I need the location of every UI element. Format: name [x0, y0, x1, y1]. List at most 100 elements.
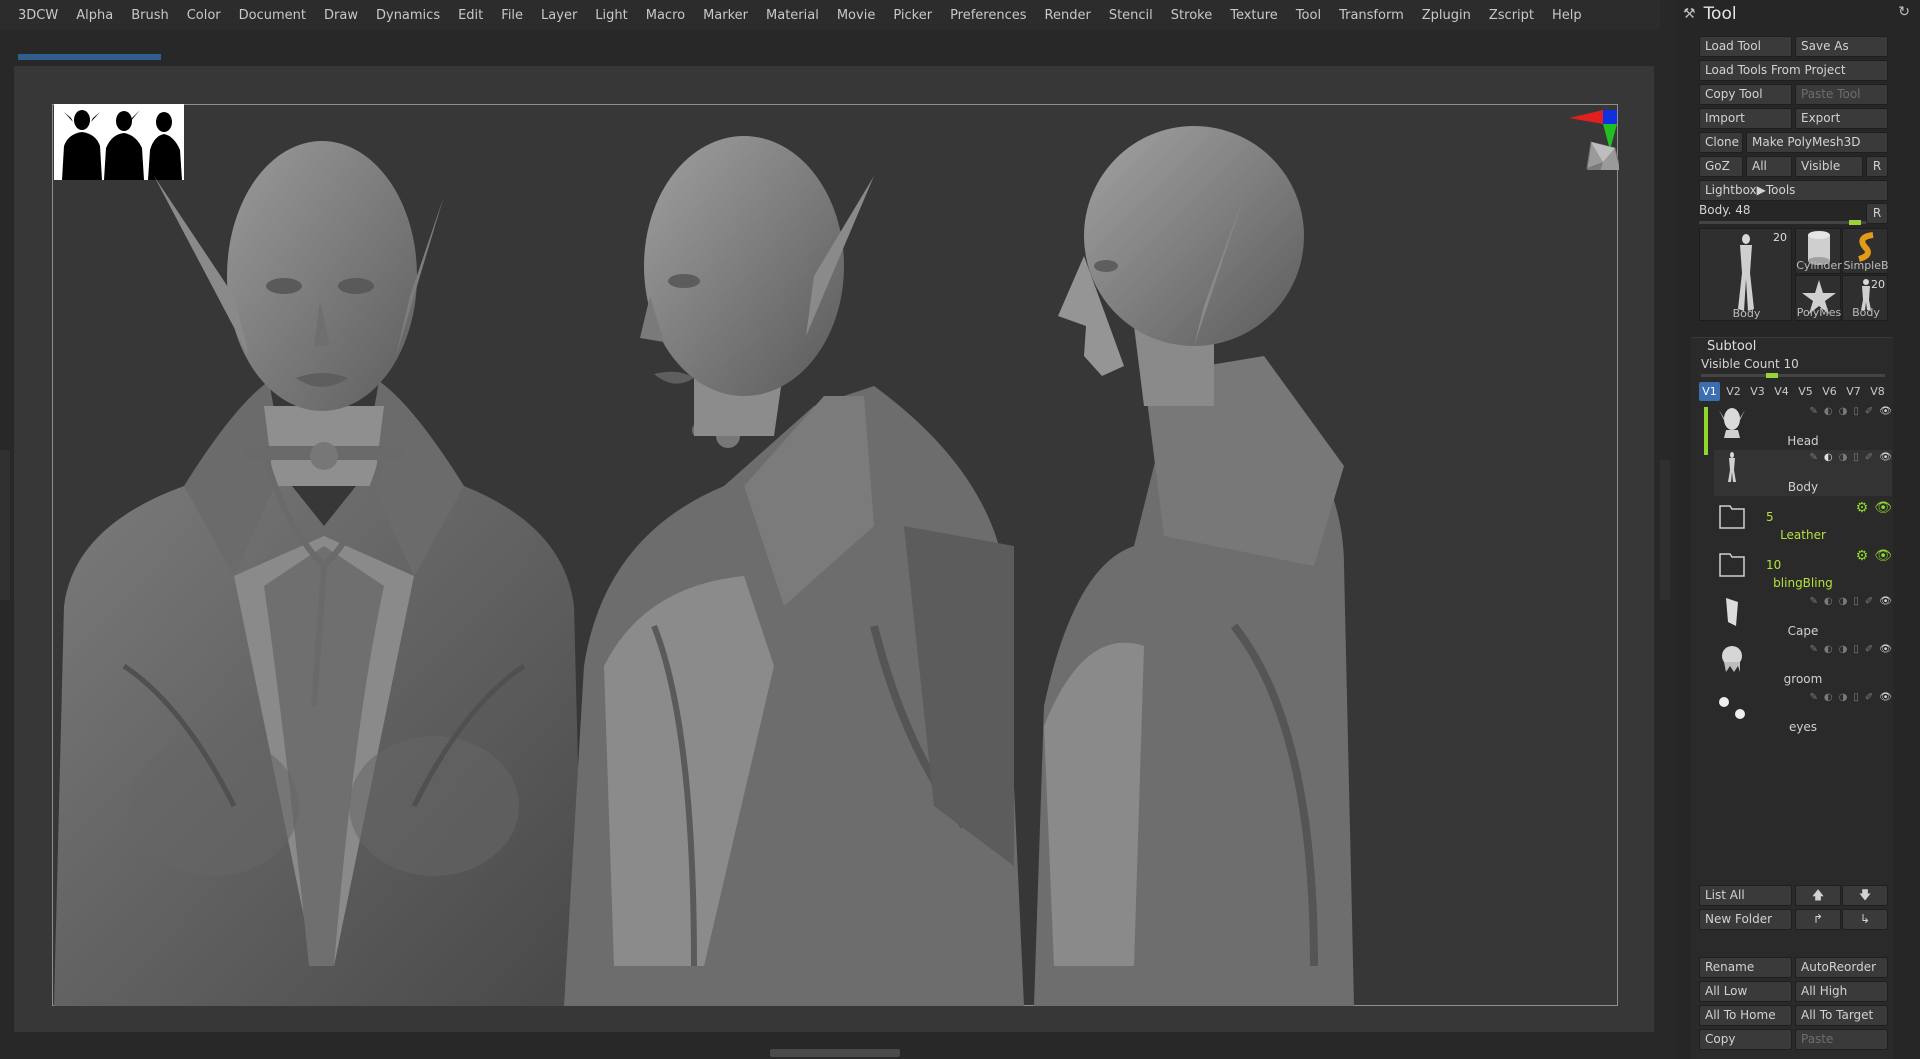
gear-icon[interactable]: ⚙ [1856, 500, 1869, 516]
autoreorder-button[interactable]: AutoReorder [1795, 957, 1888, 978]
menu-item-tool[interactable]: Tool [1296, 8, 1321, 23]
eye-icon[interactable]: 👁 [1879, 596, 1892, 610]
menu-item-3dcw[interactable]: 3DCW [18, 8, 58, 23]
visible-count-slider[interactable]: Visible Count 10 [1701, 357, 1799, 371]
eye-icon[interactable]: 👁 [1874, 500, 1892, 516]
save-as-button[interactable]: Save As [1795, 36, 1888, 57]
viewport-canvas[interactable] [14, 66, 1654, 1032]
menu-item-edit[interactable]: Edit [458, 8, 483, 23]
menu-item-zplugin[interactable]: Zplugin [1422, 8, 1471, 23]
tab-v1[interactable]: V1 [1699, 382, 1720, 401]
menu-item-zscript[interactable]: Zscript [1489, 8, 1534, 23]
export-button[interactable]: Export [1795, 108, 1888, 129]
tool-thumb-body-large[interactable]: 20 Body [1699, 228, 1792, 321]
menu-item-macro[interactable]: Macro [646, 8, 685, 23]
menu-item-marker[interactable]: Marker [703, 8, 748, 23]
subtool-item-cape[interactable]: ✎ ◐ ◑ ▯ ✐ 👁 Cape [1714, 594, 1892, 640]
menu-item-document[interactable]: Document [239, 8, 306, 23]
tab-v3[interactable]: V3 [1747, 382, 1768, 401]
tab-v4[interactable]: V4 [1771, 382, 1792, 401]
visible-count-track[interactable] [1701, 374, 1885, 377]
menu-item-movie[interactable]: Movie [837, 8, 875, 23]
paste-tool-button[interactable]: Paste Tool [1795, 84, 1888, 105]
lightbox-tools-button[interactable]: Lightbox▶Tools [1699, 180, 1888, 201]
load-tools-from-project-button[interactable]: Load Tools From Project [1699, 60, 1888, 81]
menu-item-stroke[interactable]: Stroke [1171, 8, 1212, 23]
subtool-item-body[interactable]: ✎ ◐ ◑ ▯ ✐ 👁 Body [1714, 450, 1892, 496]
subtool-folder-leather[interactable]: 5 ⚙ 👁 Leather [1714, 498, 1892, 544]
menu-item-help[interactable]: Help [1552, 8, 1582, 23]
all-to-home-button[interactable]: All To Home [1699, 1005, 1792, 1026]
tab-v8[interactable]: V8 [1867, 382, 1888, 401]
goz-button[interactable]: GoZ [1699, 156, 1743, 177]
import-button[interactable]: Import [1699, 108, 1792, 129]
all-low-button[interactable]: All Low [1699, 981, 1792, 1002]
eye-icon[interactable]: 👁 [1879, 692, 1892, 706]
paste-button[interactable]: Paste [1795, 1029, 1888, 1050]
tab-v2[interactable]: V2 [1723, 382, 1744, 401]
eye-icon[interactable]: 👁 [1879, 644, 1892, 658]
refresh-icon[interactable]: ↻ [1898, 4, 1910, 20]
menu-item-light[interactable]: Light [595, 8, 627, 23]
menu-item-render[interactable]: Render [1045, 8, 1091, 23]
subtool-folder-blingbling[interactable]: 10 ⚙ 👁 blingBling [1714, 546, 1892, 592]
all-to-target-button[interactable]: All To Target [1795, 1005, 1888, 1026]
menu-item-material[interactable]: Material [766, 8, 819, 23]
menu-item-alpha[interactable]: Alpha [76, 8, 113, 23]
document-tab-indicator[interactable] [18, 54, 161, 60]
all-high-button[interactable]: All High [1795, 981, 1888, 1002]
move-down-button[interactable]: 🡇 [1842, 885, 1888, 906]
tab-v7[interactable]: V7 [1843, 382, 1864, 401]
tool-thumb-simplebrush[interactable]: SimpleB [1842, 228, 1889, 274]
left-tray-handle[interactable] [0, 450, 10, 600]
menu-item-preferences[interactable]: Preferences [950, 8, 1026, 23]
arrow-up-icon: 🡅 [1811, 888, 1825, 902]
list-all-button[interactable]: List All [1699, 885, 1792, 906]
current-tool-slider[interactable]: Body. 48 [1699, 203, 1869, 225]
eye-icon[interactable]: 👁 [1879, 406, 1892, 420]
goz-r-button[interactable]: R [1866, 156, 1888, 177]
menu-item-file[interactable]: File [501, 8, 523, 23]
menu-item-color[interactable]: Color [187, 8, 221, 23]
subtool-name: Head [1787, 434, 1819, 448]
menu-item-dynamics[interactable]: Dynamics [376, 8, 440, 23]
rename-button[interactable]: Rename [1699, 957, 1792, 978]
new-folder-button[interactable]: New Folder [1699, 909, 1792, 930]
bottom-tray-handle[interactable] [770, 1049, 900, 1057]
eye-icon[interactable]: 👁 [1874, 548, 1892, 564]
right-tray-handle[interactable] [1660, 460, 1670, 600]
tab-v5[interactable]: V5 [1795, 382, 1816, 401]
subtool-item-head[interactable]: ✎ ◐ ◑ ▯ ✐ 👁 Head [1714, 404, 1892, 450]
menu-item-brush[interactable]: Brush [131, 8, 169, 23]
subtool-item-eyes[interactable]: ✎ ◐ ◑ ▯ ✐ 👁 eyes [1714, 690, 1892, 736]
make-polymesh3d-button[interactable]: Make PolyMesh3D [1746, 132, 1888, 153]
menu-item-transform[interactable]: Transform [1339, 8, 1404, 23]
eye-icon[interactable]: 👁 [1879, 452, 1892, 466]
subtool-item-groom[interactable]: ✎ ◐ ◑ ▯ ✐ 👁 groom [1714, 642, 1892, 688]
tool-thumb-body-small[interactable]: 20 Body [1842, 275, 1888, 321]
load-tool-button[interactable]: Load Tool [1699, 36, 1792, 57]
menu-item-draw[interactable]: Draw [324, 8, 358, 23]
subtool-title[interactable]: Subtool [1707, 339, 1756, 354]
transparency-icon: ◑ [1838, 596, 1848, 607]
copy-button[interactable]: Copy [1699, 1029, 1792, 1050]
move-to-folder-button[interactable]: ↱ [1795, 909, 1841, 930]
tool-thumb-cylinder[interactable]: Cylinder [1795, 228, 1842, 274]
menu-item-picker[interactable]: Picker [893, 8, 932, 23]
copy-tool-button[interactable]: Copy Tool [1699, 84, 1792, 105]
tab-v6[interactable]: V6 [1819, 382, 1840, 401]
clone-button[interactable]: Clone [1699, 132, 1743, 153]
tool-thumb-polymesh[interactable]: PolyMes [1795, 275, 1841, 321]
goz-visible-button[interactable]: Visible [1795, 156, 1863, 177]
tool-panel-title: Tool [1703, 4, 1737, 24]
gear-icon[interactable]: ⚙ [1856, 548, 1869, 564]
menu-item-layer[interactable]: Layer [541, 8, 577, 23]
menu-item-stencil[interactable]: Stencil [1109, 8, 1153, 23]
move-out-folder-button[interactable]: ↳ [1842, 909, 1888, 930]
current-tool-r-button[interactable]: R [1866, 203, 1888, 224]
goz-all-button[interactable]: All [1746, 156, 1792, 177]
move-up-button[interactable]: 🡅 [1795, 885, 1841, 906]
menu-item-texture[interactable]: Texture [1230, 8, 1278, 23]
subtool-row-icons: ✎ ◐ ◑ ▯ ✐ 👁 [1766, 692, 1892, 706]
model-three-quarter-view [564, 136, 1024, 1006]
